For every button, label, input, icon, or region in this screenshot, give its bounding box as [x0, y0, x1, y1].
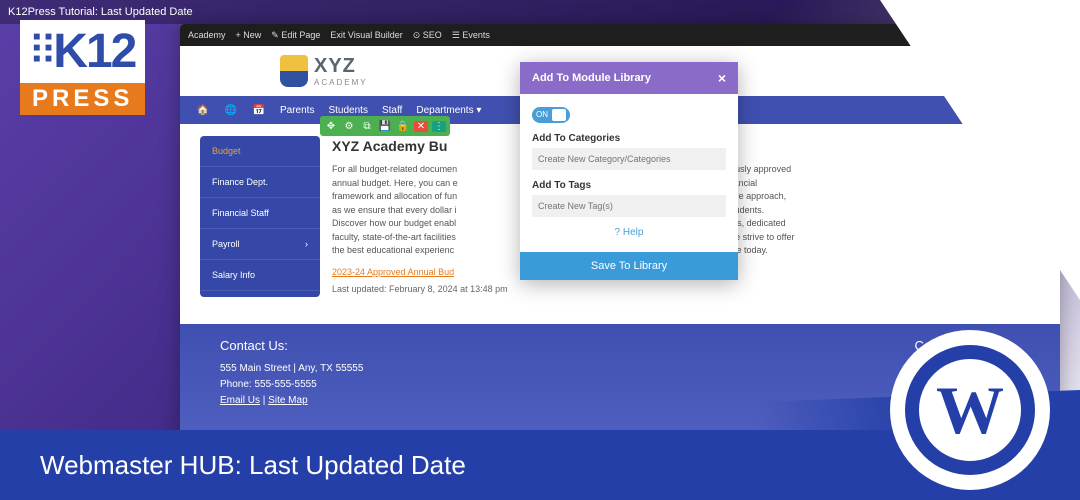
wordpress-w-icon: W: [936, 371, 1004, 450]
tags-label: Add To Tags: [532, 180, 726, 191]
sidebar-item-payroll[interactable]: Payroll›: [200, 229, 320, 260]
body-text: annual budget. Here, you can e: [332, 177, 458, 191]
wordpress-badge: W: [890, 330, 1050, 490]
toggle-knob: [552, 109, 566, 121]
help-link[interactable]: ? Help: [532, 217, 726, 242]
toggle-label: ON: [536, 110, 548, 119]
body-text: faculty, state-of-the-art facilities: [332, 231, 458, 245]
body-text: Discover how our budget enabl: [332, 217, 458, 231]
modal-body: ON Add To Categories Add To Tags ? Help: [520, 94, 738, 252]
save-icon[interactable]: 💾: [378, 121, 392, 132]
page-sidebar: Budget Finance Dept. Financial Staff Pay…: [200, 136, 320, 297]
footer-contact: Contact Us: 555 Main Street | Any, TX 55…: [220, 338, 363, 430]
footer-sitemap-link[interactable]: Site Map: [268, 395, 307, 406]
tags-input[interactable]: [532, 195, 726, 217]
nav-students[interactable]: Students: [328, 105, 367, 116]
modal-header[interactable]: Add To Module Library ×: [520, 62, 738, 94]
settings-icon[interactable]: ⚙: [342, 121, 356, 132]
footer-address: 555 Main Street | Any, TX 55555: [220, 361, 363, 377]
approved-budget-link[interactable]: 2023-24 Approved Annual Bud: [332, 267, 454, 277]
logo-press-text: PRESS: [20, 83, 145, 115]
categories-input[interactable]: [532, 148, 726, 170]
sidebar-item-finance[interactable]: Finance Dept.: [200, 167, 320, 198]
admin-new[interactable]: + New: [236, 30, 262, 41]
calendar-icon[interactable]: 📅: [252, 103, 266, 117]
sidebar-item-financial-staff[interactable]: Financial Staff: [200, 198, 320, 229]
body-text: For all budget-related documen: [332, 163, 458, 177]
contact-title: Contact Us:: [220, 338, 363, 353]
add-to-library-modal: Add To Module Library × ON Add To Catego…: [520, 62, 738, 280]
nav-staff[interactable]: Staff: [382, 105, 402, 116]
chevron-right-icon: ›: [305, 239, 308, 249]
close-icon[interactable]: ×: [718, 70, 726, 86]
move-icon[interactable]: ✥: [324, 121, 338, 132]
diagonal-decoration: [880, 0, 1080, 300]
nav-departments[interactable]: Departments ▾: [416, 105, 481, 116]
admin-bar-left: Academy + New ✎ Edit Page Exit Visual Bu…: [188, 30, 490, 41]
sidebar-item-salary[interactable]: Salary Info: [200, 260, 320, 291]
global-toggle[interactable]: ON: [532, 107, 570, 123]
video-title: K12Press Tutorial: Last Updated Date: [8, 6, 193, 18]
globe-icon[interactable]: 🌐: [224, 103, 238, 117]
modal-title: Add To Module Library: [532, 72, 651, 84]
site-subtitle: ACADEMY: [314, 78, 368, 87]
body-text: as we ensure that every dollar i: [332, 204, 458, 218]
logo-top: ⠿ K12: [20, 20, 145, 83]
home-icon[interactable]: 🏠: [196, 103, 210, 117]
footer-phone: Phone: 555-555-5555: [220, 377, 363, 393]
body-text: the best educational experienc: [332, 244, 458, 258]
more-icon[interactable]: ⋮: [432, 121, 446, 132]
shield-icon: [280, 55, 308, 87]
divi-edit-toolbar[interactable]: ✥ ⚙ ⧉ 💾 🔒 ✕ ⋮: [320, 116, 450, 136]
save-to-library-button[interactable]: Save To Library: [520, 252, 738, 280]
nav-parents[interactable]: Parents: [280, 105, 314, 116]
footer-email-link[interactable]: Email Us: [220, 395, 260, 406]
banner-title: Webmaster HUB: Last Updated Date: [40, 450, 466, 481]
delete-icon[interactable]: ✕: [414, 121, 428, 132]
k12press-logo: ⠿ K12 PRESS: [20, 20, 145, 115]
site-name: XYZ: [314, 55, 368, 78]
lock-icon[interactable]: 🔒: [396, 121, 410, 132]
categories-label: Add To Categories: [532, 133, 726, 144]
admin-seo[interactable]: ⊙ SEO: [413, 30, 442, 41]
admin-edit-page[interactable]: ✎ Edit Page: [271, 30, 320, 41]
admin-exit-builder[interactable]: Exit Visual Builder: [330, 30, 402, 41]
logo-k12-text: K12: [53, 24, 135, 79]
duplicate-icon[interactable]: ⧉: [360, 121, 374, 132]
admin-site-name[interactable]: Academy: [188, 30, 226, 41]
admin-events[interactable]: ☰ Events: [452, 30, 490, 41]
sidebar-item-budget[interactable]: Budget: [200, 136, 320, 167]
body-text: framework and allocation of fun: [332, 190, 458, 204]
site-logo[interactable]: XYZ ACADEMY: [280, 55, 368, 87]
wordpress-logo-ring: W: [905, 345, 1035, 475]
